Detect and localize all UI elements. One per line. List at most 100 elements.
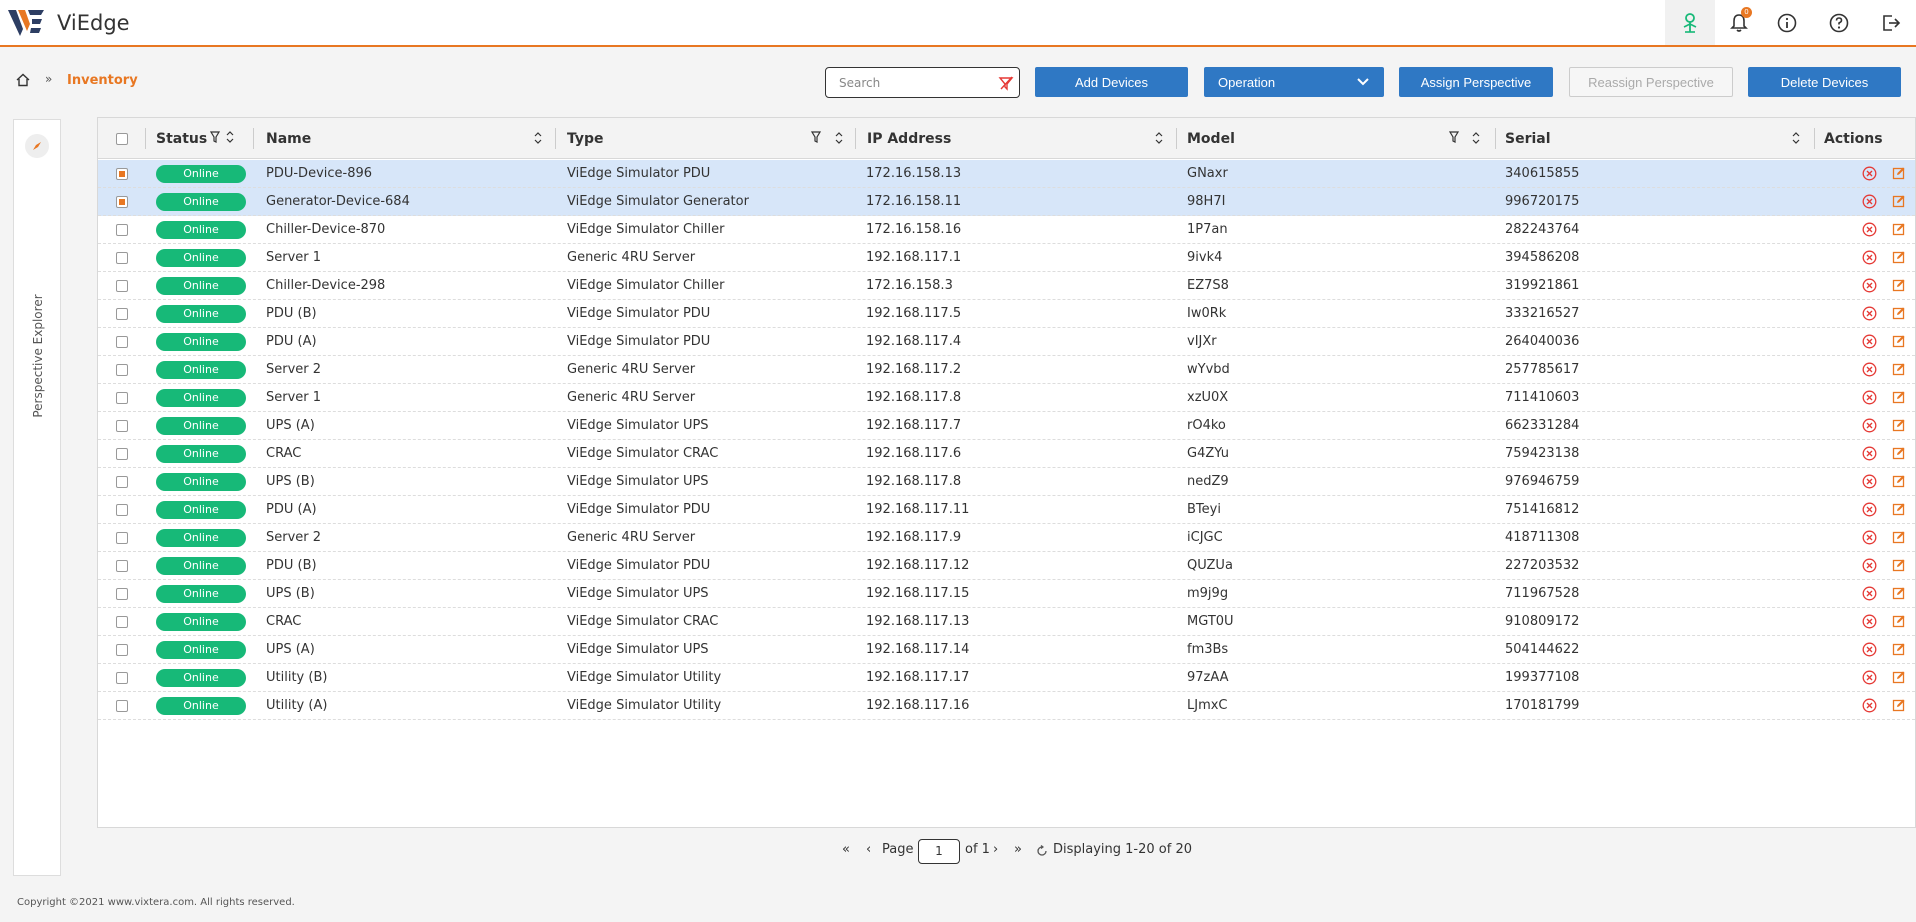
table-row[interactable]: Online PDU (A) ViEdge Simulator PDU 192.168… [98,328,1915,356]
row-checkbox[interactable] [116,448,128,460]
add-devices-button[interactable]: Add Devices [1035,67,1188,97]
row-checkbox[interactable] [116,504,128,516]
delete-icon[interactable] [1862,614,1877,629]
operation-dropdown[interactable]: Operation [1204,67,1384,97]
sort-icon[interactable] [1155,132,1163,144]
row-checkbox[interactable] [116,364,128,376]
edit-icon[interactable] [1892,586,1906,600]
table-row[interactable]: Online Utility (A) ViEdge Simulator Utilit… [98,692,1915,720]
sort-icon[interactable] [226,131,234,143]
sort-icon[interactable] [1472,132,1480,144]
column-header-serial[interactable]: Serial [1505,118,1551,159]
sort-icon[interactable] [1792,132,1800,144]
edit-icon[interactable] [1892,670,1906,684]
row-checkbox[interactable] [116,196,128,208]
delete-icon[interactable] [1862,306,1877,321]
column-header-type[interactable]: Type [567,118,604,159]
row-checkbox[interactable] [116,588,128,600]
edit-icon[interactable] [1892,222,1906,236]
filter-icon[interactable] [811,131,821,143]
delete-icon[interactable] [1862,502,1877,517]
notifications-button[interactable]: 0 [1714,0,1764,45]
delete-icon[interactable] [1862,250,1877,265]
edit-icon[interactable] [1892,530,1906,544]
row-checkbox[interactable] [116,700,128,712]
column-header-model[interactable]: Model [1187,118,1235,159]
table-row[interactable]: Online PDU-Device-896 ViEdge Simulator PDU… [98,160,1915,188]
table-row[interactable]: Online PDU (A) ViEdge Simulator PDU 192.168… [98,496,1915,524]
select-all-checkbox[interactable] [116,133,128,145]
table-row[interactable]: Online UPS (A) ViEdge Simulator UPS 192.168… [98,412,1915,440]
delete-icon[interactable] [1862,530,1877,545]
edit-icon[interactable] [1892,166,1906,180]
edit-icon[interactable] [1892,446,1906,460]
row-checkbox[interactable] [116,532,128,544]
edit-icon[interactable] [1892,250,1906,264]
row-checkbox[interactable] [116,392,128,404]
prev-page-button[interactable]: ‹ [866,842,871,864]
table-row[interactable]: Online CRAC ViEdge Simulator CRAC 192.168.1… [98,608,1915,636]
table-row[interactable]: Online Chiller-Device-298 ViEdge Simulator… [98,272,1915,300]
column-header-ip[interactable]: IP Address [867,118,951,159]
table-row[interactable]: Online PDU (B) ViEdge Simulator PDU 192.168… [98,552,1915,580]
delete-icon[interactable] [1862,558,1877,573]
delete-icon[interactable] [1862,334,1877,349]
edit-icon[interactable] [1892,278,1906,292]
edit-icon[interactable] [1892,418,1906,432]
table-row[interactable]: Online UPS (A) ViEdge Simulator UPS 192.168… [98,636,1915,664]
delete-icon[interactable] [1862,418,1877,433]
delete-icon[interactable] [1862,446,1877,461]
row-checkbox[interactable] [116,252,128,264]
compass-button[interactable] [25,134,49,158]
edit-icon[interactable] [1892,390,1906,404]
row-checkbox[interactable] [116,168,128,180]
row-checkbox[interactable] [116,476,128,488]
help-button[interactable] [1814,0,1864,45]
perspective-tree-button[interactable] [1665,0,1715,45]
delete-icon[interactable] [1862,194,1877,209]
table-row[interactable]: Online Server 2 Generic 4RU Server 192.168.… [98,356,1915,384]
edit-icon[interactable] [1892,474,1906,488]
column-header-status[interactable]: Status [156,118,207,159]
delete-icon[interactable] [1862,390,1877,405]
column-header-name[interactable]: Name [266,118,311,159]
table-row[interactable]: Online Server 2 Generic 4RU Server 192.168.… [98,524,1915,552]
delete-icon[interactable] [1862,362,1877,377]
edit-icon[interactable] [1892,558,1906,572]
row-checkbox[interactable] [116,336,128,348]
row-checkbox[interactable] [116,616,128,628]
delete-devices-button[interactable]: Delete Devices [1748,67,1901,97]
filter-icon[interactable] [1449,131,1459,143]
table-row[interactable]: Online CRAC ViEdge Simulator CRAC 192.168.1… [98,440,1915,468]
edit-icon[interactable] [1892,614,1906,628]
perspective-explorer-panel[interactable]: Perspective Explorer [13,119,61,876]
edit-icon[interactable] [1892,698,1906,712]
delete-icon[interactable] [1862,586,1877,601]
delete-icon[interactable] [1862,222,1877,237]
row-checkbox[interactable] [116,672,128,684]
row-checkbox[interactable] [116,644,128,656]
row-checkbox[interactable] [116,280,128,292]
sort-icon[interactable] [835,132,843,144]
edit-icon[interactable] [1892,642,1906,656]
edit-icon[interactable] [1892,306,1906,320]
delete-icon[interactable] [1862,166,1877,181]
edit-icon[interactable] [1892,362,1906,376]
refresh-icon[interactable] [1036,845,1048,857]
clear-filter-icon[interactable] [998,75,1014,91]
table-row[interactable]: Online Chiller-Device-870 ViEdge Simulator… [98,216,1915,244]
info-button[interactable] [1762,0,1812,45]
home-icon[interactable] [16,73,30,87]
search-input[interactable]: Search [825,67,1020,98]
filter-icon[interactable] [210,131,220,143]
edit-icon[interactable] [1892,334,1906,348]
table-row[interactable]: Online Server 1 Generic 4RU Server 192.168.… [98,384,1915,412]
table-row[interactable]: Online Utility (B) ViEdge Simulator Utilit… [98,664,1915,692]
table-row[interactable]: Online Generator-Device-684 ViEdge Simulat… [98,188,1915,216]
delete-icon[interactable] [1862,278,1877,293]
row-checkbox[interactable] [116,308,128,320]
page-number-input[interactable]: 1 [918,839,960,864]
first-page-button[interactable]: « [842,842,850,864]
sort-icon[interactable] [534,132,542,144]
row-checkbox[interactable] [116,224,128,236]
